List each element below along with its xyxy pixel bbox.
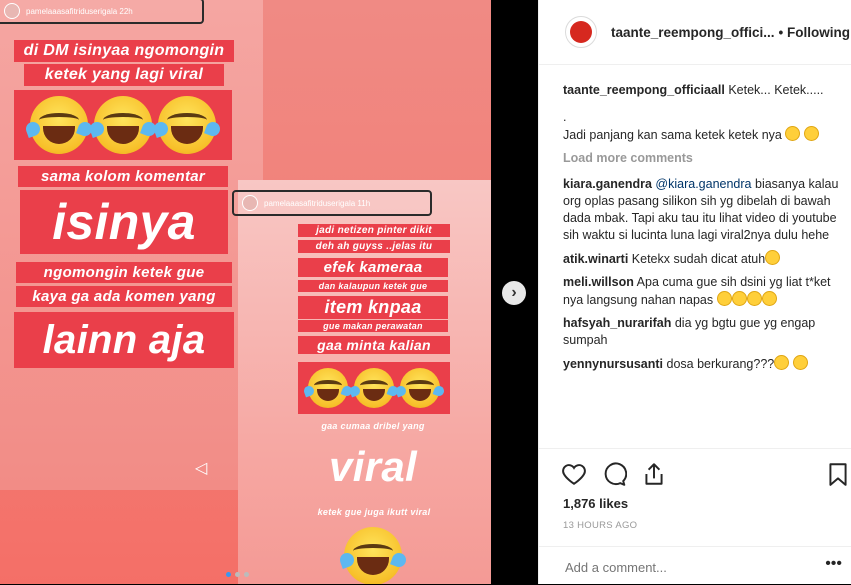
post-actions (539, 448, 851, 489)
caption-username[interactable]: taante_reempong_officiaall (563, 83, 725, 97)
scream-emoji-icon (803, 126, 819, 141)
astonished-emoji-icon (761, 291, 777, 306)
post-username[interactable]: taante_reempong_offici... (611, 25, 775, 40)
post-header: taante_reempong_offici... • Following (539, 0, 851, 65)
caption-big: viral (329, 443, 417, 490)
laugh-emoji-row (298, 362, 450, 414)
astonished-emoji-icon (731, 291, 747, 306)
caption-line: ngomongin ketek gue (16, 262, 232, 283)
comment: hafsyah_nurarifah dia yg bgtu gue yg eng… (563, 315, 845, 349)
laugh-emoji-row (338, 526, 408, 584)
comment: yennynursusanti dosa berkurang??? (563, 355, 845, 373)
post-media[interactable]: pamelaaasafitriduserigala 22h di DM isin… (0, 0, 538, 584)
caption-line: deh ah guyss ..jelas itu (298, 240, 450, 253)
caption-line: dan kalaupun ketek gue (298, 280, 448, 292)
laughing-emoji-icon (24, 96, 94, 154)
story-user-bar: pamelaaasafitriduserigala 11h (232, 190, 432, 216)
comment-username[interactable]: yennynursusanti (563, 357, 663, 371)
laughing-emoji-icon (302, 368, 354, 408)
heart-icon[interactable] (561, 461, 587, 487)
comment-mention[interactable]: @kiara.ganendra (655, 177, 751, 191)
carousel-dots (226, 572, 249, 577)
carousel-dot (244, 572, 249, 577)
caption-big: lainn aja (14, 312, 234, 368)
grin-emoji-icon (765, 250, 781, 265)
comment: kiara.ganendra @kiara.ganendra biasanya … (563, 176, 845, 244)
caption: taante_reempong_officiaall Ketek... Kete… (563, 82, 845, 144)
laughing-emoji-icon (394, 368, 446, 408)
laughing-emoji-icon (88, 96, 158, 154)
avatar (242, 195, 258, 211)
laughing-emoji-icon (348, 368, 400, 408)
comment-text: dosa berkurang??? (666, 357, 775, 371)
comment-username[interactable]: meli.willson (563, 275, 634, 289)
more-options-icon[interactable]: ••• (825, 555, 842, 573)
comment-text: Ketekx sudah dicat atuh (631, 252, 766, 266)
post-side-panel: taante_reempong_offici... • Following ta… (538, 0, 851, 584)
caption-text: Jadi panjang kan sama ketek ketek nya (563, 126, 845, 144)
share-icon[interactable] (641, 461, 667, 487)
comment: meli.willson Apa cuma gue sih dsini yg l… (563, 274, 845, 309)
avatar (4, 3, 20, 19)
post-timestamp: 13 HOURS AGO (563, 520, 638, 531)
story-left: pamelaaasafitriduserigala 22h di DM isin… (0, 0, 263, 490)
laughing-emoji-icon (152, 96, 222, 154)
scream-emoji-icon (785, 126, 801, 141)
following-button[interactable]: • Following (779, 25, 850, 40)
caption-line: gaa minta kalian (298, 336, 450, 354)
story-user-bar: pamelaaasafitriduserigala 22h (0, 0, 204, 24)
caption-line: item knpaa (298, 296, 448, 319)
caption-line: ketek gue juga ikutt viral (317, 507, 431, 517)
profile-avatar[interactable] (565, 16, 597, 48)
comments-list: taante_reempong_officiaall Ketek... Kete… (563, 82, 845, 379)
add-comment-bar: ••• (539, 546, 851, 585)
likes-count[interactable]: 1,876 likes (563, 496, 628, 511)
laughing-emoji-icon (338, 527, 408, 584)
brand-logo-icon (570, 21, 592, 43)
story-username: pamelaaasafitriduserigala 11h (264, 198, 371, 208)
story-right: pamelaaasafitriduserigala 11h jadi netiz… (232, 180, 491, 584)
comment-username[interactable]: atik.winarti (563, 252, 628, 266)
caption-line: kaya ga ada komen yang (16, 286, 232, 307)
bookmark-icon[interactable] (825, 461, 851, 487)
caption-line: gue makan perawatan (298, 320, 448, 332)
comment-icon[interactable] (601, 461, 627, 487)
laughing-emoji-icon (774, 355, 790, 370)
story-username: pamelaaasafitriduserigala 22h (26, 6, 133, 16)
laughing-emoji-icon (792, 355, 808, 370)
caption-text: Ketek... Ketek..... (728, 83, 824, 97)
comment: atik.winarti Ketekx sudah dicat atuh (563, 250, 845, 268)
caption-line: efek kameraa (298, 258, 448, 277)
caption-text: . (563, 110, 567, 124)
comment-username[interactable]: kiara.ganendra (563, 177, 652, 191)
laugh-emoji-row (14, 90, 232, 160)
load-more-comments[interactable]: Load more comments (563, 150, 845, 167)
astonished-emoji-icon (716, 291, 732, 306)
caption-line: gaa cumaa dribel yang (321, 421, 425, 431)
carousel-dot (235, 572, 240, 577)
caption-line: di DM isinyaa ngomongin (14, 40, 234, 62)
paper-plane-icon[interactable]: ◁ (195, 458, 207, 478)
next-slide-button[interactable]: › (502, 281, 526, 305)
caption-line: jadi netizen pinter dikit (298, 224, 450, 237)
caption-big: isinya (20, 190, 228, 254)
carousel-dot (226, 572, 231, 577)
caption-line: sama kolom komentar (18, 166, 228, 187)
add-comment-input[interactable] (563, 559, 807, 576)
astonished-emoji-icon (746, 291, 762, 306)
caption-line: ketek yang lagi viral (24, 64, 224, 86)
comment-username[interactable]: hafsyah_nurarifah (563, 316, 671, 330)
